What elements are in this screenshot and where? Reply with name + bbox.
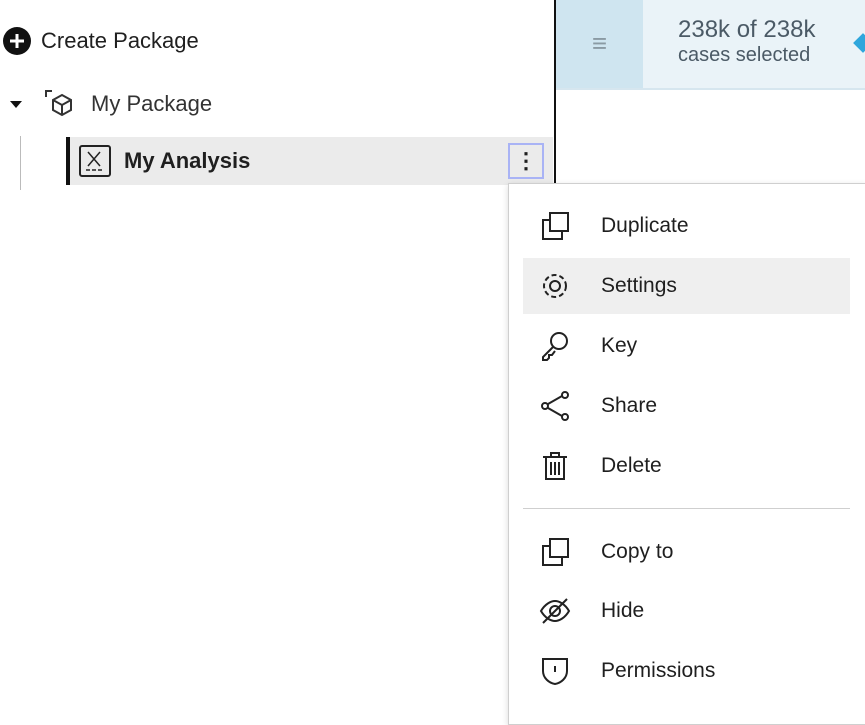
menu-item-label: Delete (601, 454, 662, 477)
menu-item-settings[interactable]: Settings (523, 258, 850, 314)
copy-icon (542, 538, 569, 566)
caret-down-icon (10, 101, 22, 108)
tree-guide-line (20, 136, 21, 190)
eye-off-icon (539, 598, 571, 624)
menu-item-share[interactable]: Share (523, 378, 850, 434)
create-package-button[interactable]: Create Package (2, 26, 199, 56)
analysis-label: My Analysis (124, 148, 251, 173)
menu-item-label: Copy to (601, 540, 674, 563)
more-options-button[interactable]: ⋮ (508, 143, 544, 179)
menu-item-copy-to[interactable]: Copy to (523, 524, 850, 580)
menu-item-label: Hide (601, 599, 645, 622)
create-package-label: Create Package (41, 28, 199, 53)
share-icon (541, 391, 569, 421)
menu-divider (523, 508, 850, 509)
selection-bar: ≡ 238k of 238k cases selected (556, 0, 865, 90)
menu-item-hide[interactable]: Hide (523, 583, 850, 639)
gear-icon (543, 274, 567, 298)
menu-item-label: Share (601, 394, 658, 417)
tree-item-my-analysis[interactable]: My Analysis (66, 137, 553, 185)
menu-item-duplicate[interactable]: Duplicate (523, 198, 850, 254)
analysis-icon (79, 145, 111, 177)
menu-item-label: Duplicate (601, 214, 689, 237)
duplicate-icon (542, 212, 569, 240)
shield-icon (542, 658, 568, 686)
menu-item-label: Settings (601, 274, 677, 297)
menu-item-label: Key (601, 334, 638, 357)
case-count-subtitle: cases selected (678, 44, 811, 66)
trash-icon (543, 452, 567, 480)
case-count: 238k of 238k (678, 16, 816, 43)
hamburger-menu-icon[interactable]: ≡ (556, 0, 643, 88)
plus-circle-icon (3, 27, 31, 55)
tree-item-my-package[interactable]: My Package (8, 88, 212, 120)
context-menu: Duplicate Settings Key Share Delete Copy… (508, 183, 865, 725)
diamond-indicator-icon (853, 33, 865, 53)
package-icon (45, 90, 72, 117)
menu-item-delete[interactable]: Delete (523, 438, 850, 494)
menu-item-label: Permissions (601, 659, 716, 682)
key-icon (542, 332, 568, 361)
menu-item-key[interactable]: Key (523, 318, 850, 374)
menu-item-permissions[interactable]: Permissions (523, 643, 850, 699)
package-label: My Package (91, 91, 213, 116)
